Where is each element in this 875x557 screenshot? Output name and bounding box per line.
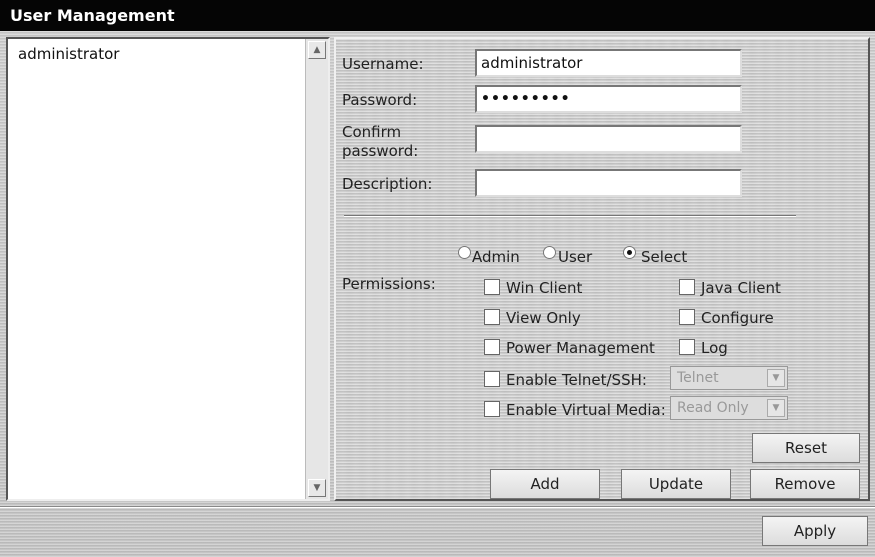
java-client-label[interactable]: Java Client xyxy=(701,279,781,297)
apply-button[interactable]: Apply xyxy=(762,516,868,546)
select-radio[interactable] xyxy=(623,246,636,259)
add-button[interactable]: Add xyxy=(490,469,600,499)
password-field[interactable]: ••••••••• xyxy=(475,85,742,113)
virtual-media-select[interactable]: Read Only ▼ xyxy=(670,396,788,420)
user-radio[interactable] xyxy=(543,246,556,259)
chevron-down-icon[interactable]: ▼ xyxy=(767,369,785,387)
virtual-media-checkbox[interactable] xyxy=(484,401,500,417)
description-field[interactable] xyxy=(475,169,742,197)
telnet-select-value: Telnet xyxy=(677,370,719,386)
win-client-checkbox[interactable] xyxy=(484,279,500,295)
username-label: Username: xyxy=(342,55,424,73)
password-label: Password: xyxy=(342,91,418,109)
select-radio-label[interactable]: Select xyxy=(641,248,687,266)
telnet-select[interactable]: Telnet ▼ xyxy=(670,366,788,390)
confirm-password-label-line1: Confirm xyxy=(342,123,402,141)
win-client-label[interactable]: Win Client xyxy=(506,279,582,297)
power-management-checkbox[interactable] xyxy=(484,339,500,355)
list-item-administrator[interactable]: administrator xyxy=(18,45,119,63)
scroll-up-icon[interactable]: ▲ xyxy=(308,41,326,59)
user-radio-label[interactable]: User xyxy=(558,248,592,266)
footer-divider xyxy=(0,506,875,508)
user-list[interactable]: administrator ▲ ▼ xyxy=(6,37,330,501)
reset-button[interactable]: Reset xyxy=(752,433,860,463)
view-only-checkbox[interactable] xyxy=(484,309,500,325)
view-only-label[interactable]: View Only xyxy=(506,309,581,327)
java-client-checkbox[interactable] xyxy=(679,279,695,295)
telnet-ssh-label[interactable]: Enable Telnet/SSH: xyxy=(506,371,647,389)
telnet-ssh-checkbox[interactable] xyxy=(484,371,500,387)
window-title-bar: User Management xyxy=(0,0,875,31)
virtual-media-label[interactable]: Enable Virtual Media: xyxy=(506,401,666,419)
remove-button[interactable]: Remove xyxy=(750,469,860,499)
divider xyxy=(344,215,796,217)
power-management-label[interactable]: Power Management xyxy=(506,339,655,357)
admin-radio[interactable] xyxy=(458,246,471,259)
admin-radio-label[interactable]: Admin xyxy=(472,248,520,266)
user-list-scrollbar[interactable]: ▲ ▼ xyxy=(305,39,328,499)
user-details-panel: Username: administrator Password: ••••••… xyxy=(334,37,870,501)
log-checkbox[interactable] xyxy=(679,339,695,355)
update-button[interactable]: Update xyxy=(621,469,731,499)
log-label[interactable]: Log xyxy=(701,339,728,357)
confirm-password-field[interactable] xyxy=(475,125,742,153)
chevron-down-icon[interactable]: ▼ xyxy=(767,399,785,417)
scroll-down-icon[interactable]: ▼ xyxy=(308,479,326,497)
configure-label[interactable]: Configure xyxy=(701,309,774,327)
window-title: User Management xyxy=(10,6,175,25)
configure-checkbox[interactable] xyxy=(679,309,695,325)
description-label: Description: xyxy=(342,175,433,193)
virtual-media-select-value: Read Only xyxy=(677,400,749,416)
confirm-password-label: Confirm password: xyxy=(342,123,418,161)
confirm-password-label-line2: password: xyxy=(342,142,419,160)
username-field[interactable]: administrator xyxy=(475,49,742,77)
permissions-label: Permissions: xyxy=(342,275,436,293)
